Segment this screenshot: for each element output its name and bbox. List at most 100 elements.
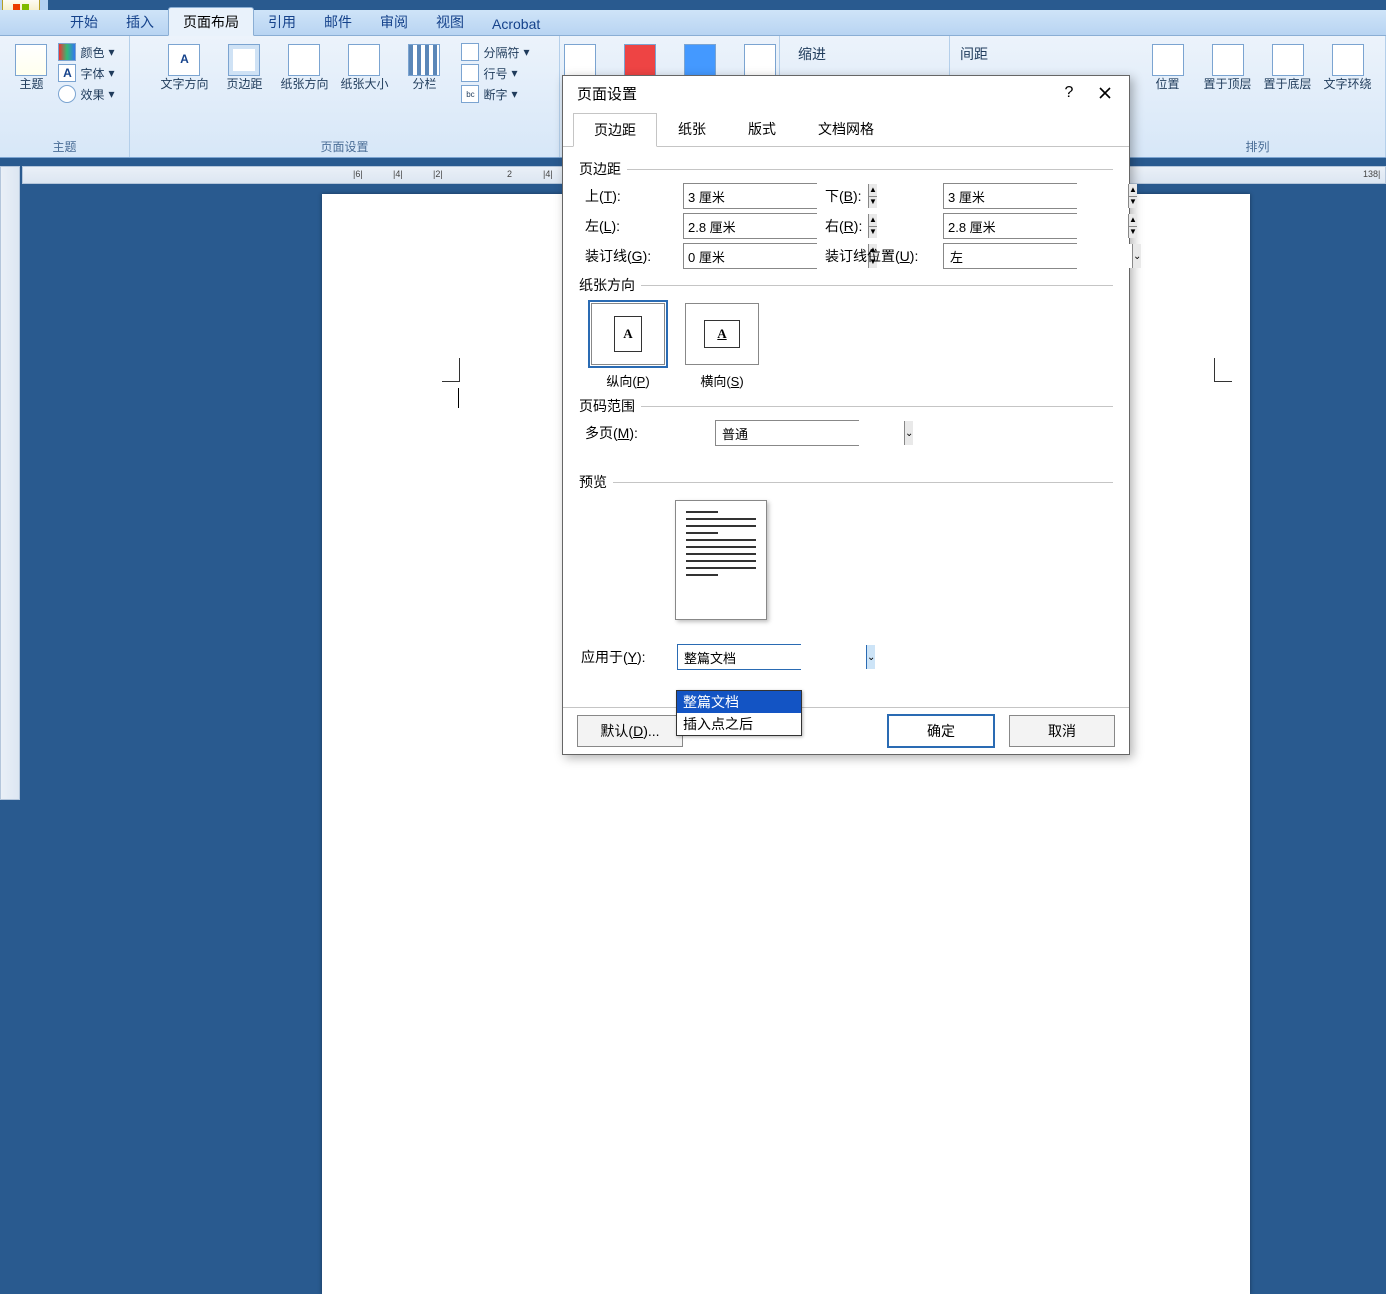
section-preview: 预览 xyxy=(579,472,607,492)
input-left-margin[interactable]: ▲▼ xyxy=(683,213,817,239)
page-icon xyxy=(684,44,716,76)
portrait-icon: A xyxy=(614,316,642,352)
tab-page-layout[interactable]: 页面布局 xyxy=(168,7,254,36)
colors-icon xyxy=(58,43,76,61)
page-icon xyxy=(564,44,596,76)
select-multipage[interactable]: ⌄ xyxy=(715,420,859,446)
landscape-icon: A xyxy=(704,320,740,348)
select-apply-to[interactable]: ⌄ xyxy=(677,644,801,670)
label-gutter: 装订线(G): xyxy=(585,246,683,266)
tab-mailings[interactable]: 邮件 xyxy=(310,8,366,35)
send-back-icon xyxy=(1272,44,1304,76)
margins-button[interactable]: 页边距 xyxy=(215,42,273,93)
theme-fonts-button[interactable]: A 字体▾ xyxy=(54,63,118,83)
size-icon xyxy=(348,44,380,76)
page-borders-button[interactable] xyxy=(671,42,729,78)
default-button[interactable]: 默认(D)... xyxy=(577,715,683,747)
orientation-landscape[interactable]: A 横向(S) xyxy=(685,303,759,390)
section-pages: 页码范围 xyxy=(579,396,635,416)
ribbon-tabbar: 开始 插入 页面布局 引用 邮件 审阅 视图 Acrobat xyxy=(0,10,1386,36)
dialog-tab-grid[interactable]: 文档网格 xyxy=(797,112,895,146)
line-numbers-button[interactable]: 行号▾ xyxy=(457,63,533,83)
dialog-title: 页面设置 xyxy=(577,83,637,104)
group-header-indent: 缩进 xyxy=(798,44,826,64)
chevron-down-icon[interactable]: ⌄ xyxy=(904,421,913,445)
text-wrap-icon xyxy=(1332,44,1364,76)
line-numbers-icon xyxy=(461,64,479,82)
themes-icon xyxy=(15,44,47,76)
label-apply-to: 应用于(Y): xyxy=(581,647,677,667)
cancel-button[interactable]: 取消 xyxy=(1009,715,1115,747)
orientation-portrait[interactable]: A 纵向(P) xyxy=(591,303,665,390)
text-caret xyxy=(458,388,459,408)
bring-front-icon xyxy=(1212,44,1244,76)
hyphenation-icon: bc xyxy=(461,85,479,103)
tab-acrobat[interactable]: Acrobat xyxy=(478,12,554,35)
apply-to-dropdown: 整篇文档 插入点之后 xyxy=(676,690,802,736)
dialog-tab-paper[interactable]: 纸张 xyxy=(657,112,727,146)
ruler-mark: |6| xyxy=(353,169,363,179)
tab-home[interactable]: 开始 xyxy=(56,8,112,35)
section-orientation: 纸张方向 xyxy=(579,275,635,295)
columns-button[interactable]: 分栏 xyxy=(395,42,453,93)
text-wrap-button[interactable]: 文字环绕 xyxy=(1319,42,1377,93)
label-top: 上(T): xyxy=(585,186,683,206)
chevron-down-icon[interactable]: ⌄ xyxy=(1132,244,1141,268)
spinner-icon[interactable]: ▲▼ xyxy=(1128,214,1137,238)
orientation-button[interactable]: 纸张方向 xyxy=(275,42,333,93)
label-multipage: 多页(M): xyxy=(585,423,715,443)
ruler-mark: |4| xyxy=(543,169,553,179)
text-direction-icon: A xyxy=(168,44,200,76)
group-label-page-setup: 页面设置 xyxy=(136,136,553,157)
hyphenation-button[interactable]: bc 断字▾ xyxy=(457,84,533,104)
chevron-down-icon[interactable]: ⌄ xyxy=(866,645,875,669)
margins-icon xyxy=(228,44,260,76)
tab-view[interactable]: 视图 xyxy=(422,8,478,35)
page-color-button[interactable] xyxy=(611,42,669,78)
label-gutter-pos: 装订线位置(U): xyxy=(817,246,943,266)
page-icon xyxy=(744,44,776,76)
position-button[interactable]: 位置 xyxy=(1139,42,1197,93)
tab-insert[interactable]: 插入 xyxy=(112,8,168,35)
dialog-tabs: 页边距 纸张 版式 文档网格 xyxy=(563,112,1129,147)
themes-button[interactable]: 主题 xyxy=(10,42,52,93)
input-bottom-margin[interactable]: ▲▼ xyxy=(943,183,1077,209)
close-button[interactable] xyxy=(1087,80,1123,106)
label-right: 右(R): xyxy=(817,216,943,236)
breaks-icon xyxy=(461,43,479,61)
vertical-ruler[interactable] xyxy=(0,166,20,800)
margin-corner-icon xyxy=(442,358,460,382)
orientation-icon xyxy=(288,44,320,76)
group-label-theme: 主题 xyxy=(6,136,123,157)
size-button[interactable]: 纸张大小 xyxy=(335,42,393,93)
group-header-spacing: 间距 xyxy=(960,44,988,64)
page-setup-dialog: 页面设置 ? 页边距 纸张 版式 文档网格 页边距 上(T): ▲▼ 下(B):… xyxy=(562,75,1130,755)
margin-corner-icon xyxy=(1214,358,1232,382)
ruler-mark: |2| xyxy=(433,169,443,179)
ok-button[interactable]: 确定 xyxy=(887,714,995,748)
input-right-margin[interactable]: ▲▼ xyxy=(943,213,1077,239)
tab-review[interactable]: 审阅 xyxy=(366,8,422,35)
tab-references[interactable]: 引用 xyxy=(254,8,310,35)
theme-colors-button[interactable]: 颜色▾ xyxy=(54,42,118,62)
spinner-icon[interactable]: ▲▼ xyxy=(1128,184,1137,208)
close-icon xyxy=(1098,86,1112,100)
ruler-mark: 2 xyxy=(507,169,512,179)
dialog-tab-layout[interactable]: 版式 xyxy=(727,112,797,146)
ruler-mark: 138| xyxy=(1363,169,1380,179)
watermark-button[interactable] xyxy=(551,42,609,78)
input-top-margin[interactable]: ▲▼ xyxy=(683,183,817,209)
ruler-mark: |4| xyxy=(393,169,403,179)
bring-front-button[interactable]: 置于顶层 xyxy=(1199,42,1257,93)
breaks-button[interactable]: 分隔符▾ xyxy=(457,42,533,62)
theme-effects-button[interactable]: 效果▾ xyxy=(54,84,118,104)
dropdown-option[interactable]: 插入点之后 xyxy=(677,713,801,735)
text-direction-button[interactable]: A 文字方向 xyxy=(155,42,213,93)
input-gutter[interactable]: ▲▼ xyxy=(683,243,817,269)
dropdown-option[interactable]: 整篇文档 xyxy=(677,691,801,713)
help-button[interactable]: ? xyxy=(1051,80,1087,106)
send-back-button[interactable]: 置于底层 xyxy=(1259,42,1317,93)
select-gutter-position[interactable]: ⌄ xyxy=(943,243,1077,269)
dialog-tab-margins[interactable]: 页边距 xyxy=(573,113,657,147)
group-label-arrange: 排列 xyxy=(1136,136,1379,157)
